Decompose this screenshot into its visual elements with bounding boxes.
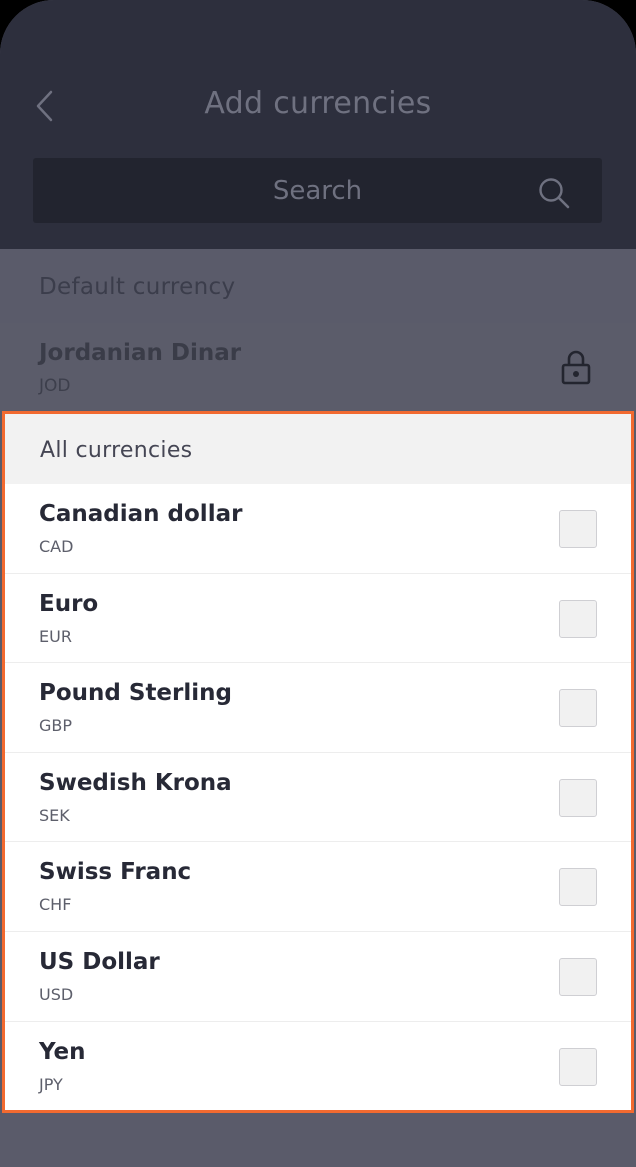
currency-checkbox-sek[interactable] [559, 778, 597, 817]
all-currencies-panel: All currencies Canadian dollar CAD Euro … [2, 411, 634, 1113]
currency-code: USD [39, 984, 74, 1004]
currency-checkbox-gbp[interactable] [559, 689, 597, 728]
all-currencies-heading: All currencies [40, 437, 193, 463]
currency-list: Canadian dollar CAD Euro EUR Pound Sterl… [5, 484, 631, 1111]
currency-code: CHF [39, 895, 72, 915]
currency-code: JPY [39, 1074, 63, 1094]
currency-checkbox-chf[interactable] [559, 868, 597, 907]
app-screen: Add currencies Default currency Jordania… [0, 0, 636, 1167]
currency-checkbox-usd[interactable] [559, 957, 597, 996]
currency-checkbox-jpy[interactable] [559, 1047, 597, 1086]
currency-name: Euro [39, 590, 99, 617]
lock-icon [561, 350, 591, 385]
currency-name: Swiss Franc [39, 859, 192, 886]
currency-name: Pound Sterling [39, 680, 232, 707]
currency-code: GBP [39, 716, 73, 736]
currency-row-sek[interactable]: Swedish Krona SEK [5, 753, 631, 843]
currency-checkbox-eur[interactable] [559, 599, 597, 638]
default-currency-row [0, 323, 636, 411]
bottom-overlay [0, 1113, 636, 1167]
currency-row-gbp[interactable]: Pound Sterling GBP [5, 663, 631, 753]
currency-name: Canadian dollar [39, 501, 243, 527]
default-currency-heading: Default currency [39, 274, 236, 300]
default-currency-name: Jordanian Dinar [39, 340, 242, 366]
currency-code: EUR [39, 626, 72, 646]
search-input[interactable] [33, 158, 602, 223]
currency-name: Yen [39, 1038, 86, 1065]
currency-row-jpy[interactable]: Yen JPY [5, 1022, 631, 1112]
currency-name: Swedish Krona [39, 769, 232, 796]
search-bar[interactable] [33, 158, 602, 223]
currency-code: CAD [39, 537, 74, 556]
currency-row-usd[interactable]: US Dollar USD [5, 932, 631, 1022]
currency-name: US Dollar [39, 948, 160, 975]
all-currencies-header: All currencies [5, 414, 631, 484]
currency-code: SEK [39, 805, 70, 825]
page-title: Add currencies [204, 86, 432, 121]
currency-row-chf[interactable]: Swiss Franc CHF [5, 842, 631, 932]
currency-row-cad[interactable]: Canadian dollar CAD [5, 484, 631, 574]
default-currency-code: JOD [39, 376, 71, 396]
currency-row-eur[interactable]: Euro EUR [5, 574, 631, 664]
currency-checkbox-cad[interactable] [559, 510, 597, 548]
search-icon[interactable] [536, 175, 572, 211]
header-bar: Add currencies [0, 0, 636, 249]
